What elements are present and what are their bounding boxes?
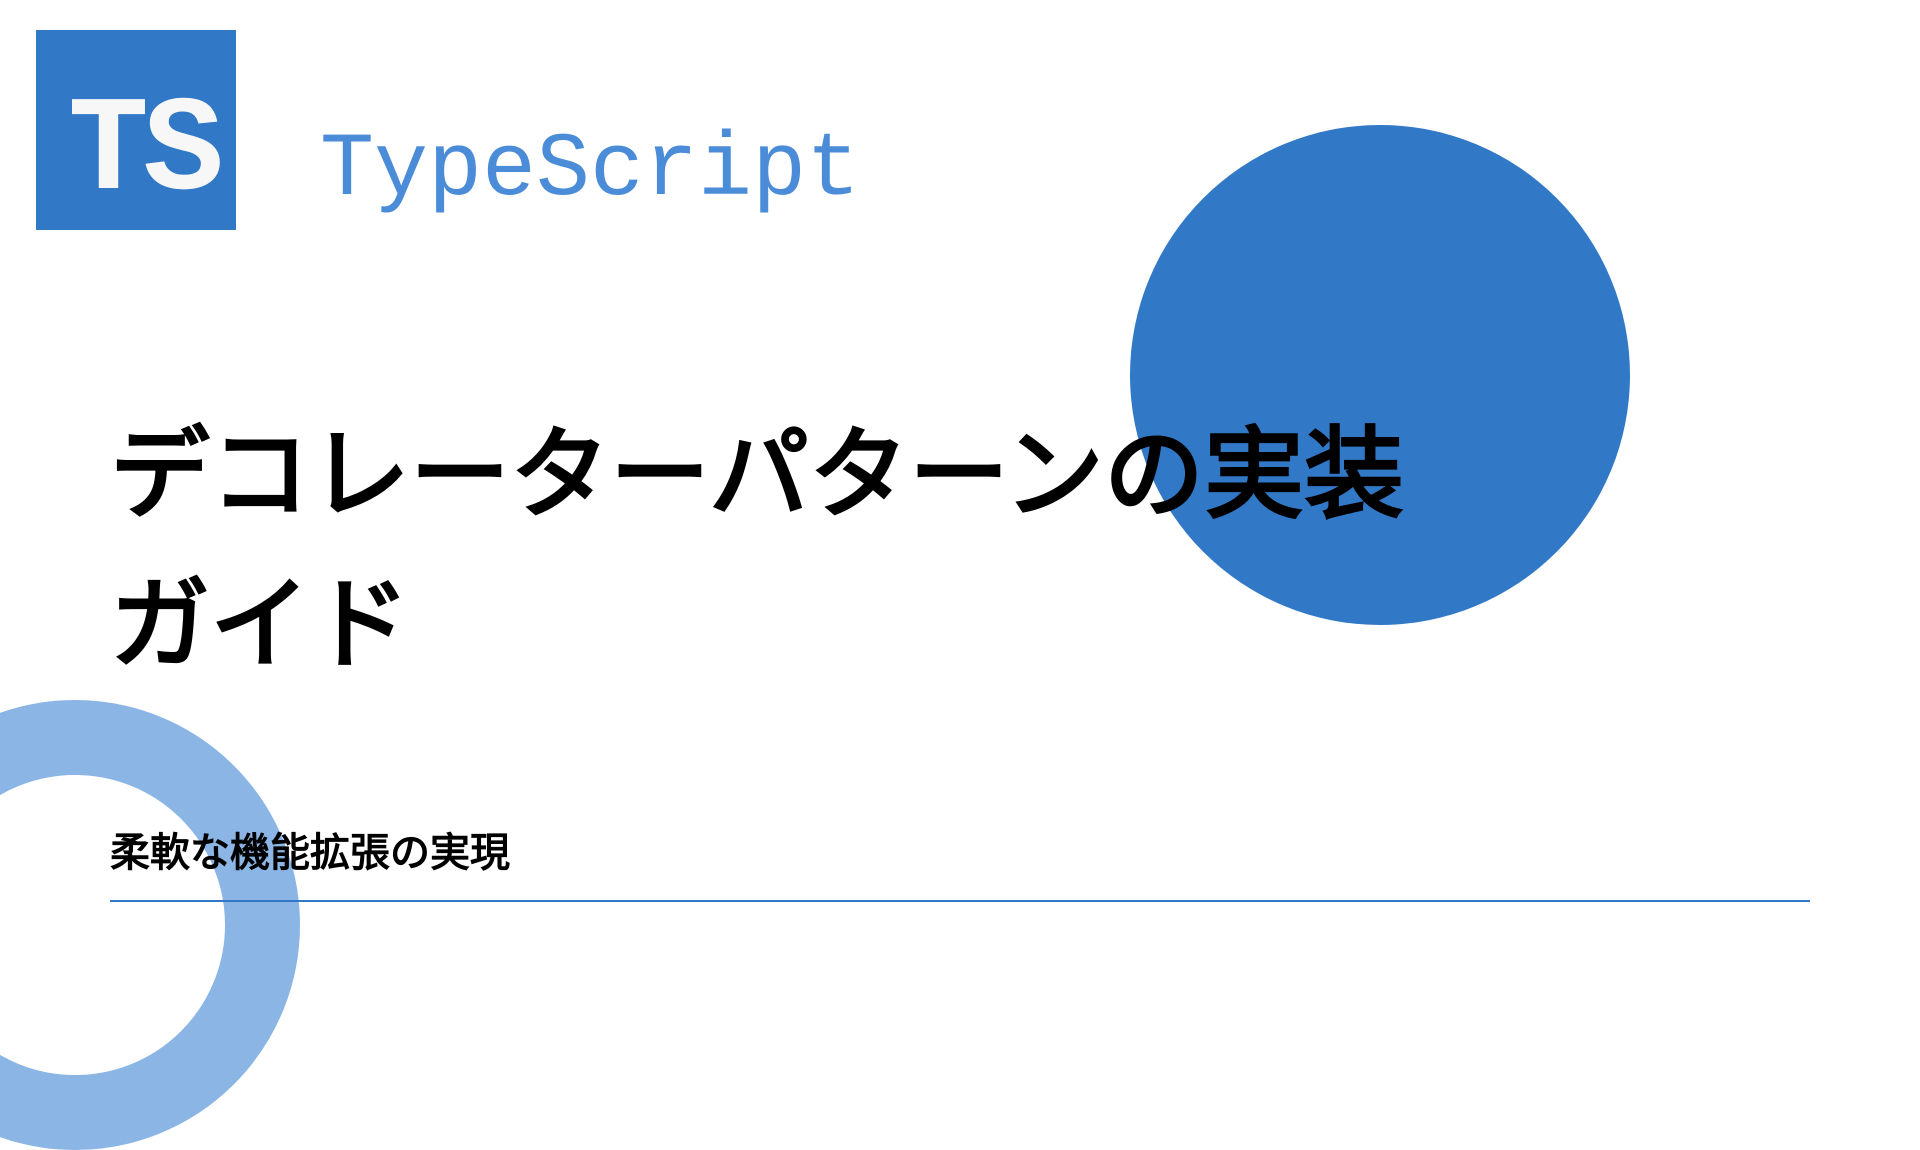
typescript-logo: TS bbox=[36, 30, 236, 230]
typescript-label: TypeScript bbox=[320, 120, 860, 222]
page-title: デコレーターパターンの実装ガイド bbox=[110, 400, 1404, 700]
page-subtitle: 柔軟な機能拡張の実現 bbox=[110, 820, 1810, 902]
decorative-circle-ring bbox=[0, 700, 300, 1150]
logo-text: TS bbox=[68, 85, 218, 220]
